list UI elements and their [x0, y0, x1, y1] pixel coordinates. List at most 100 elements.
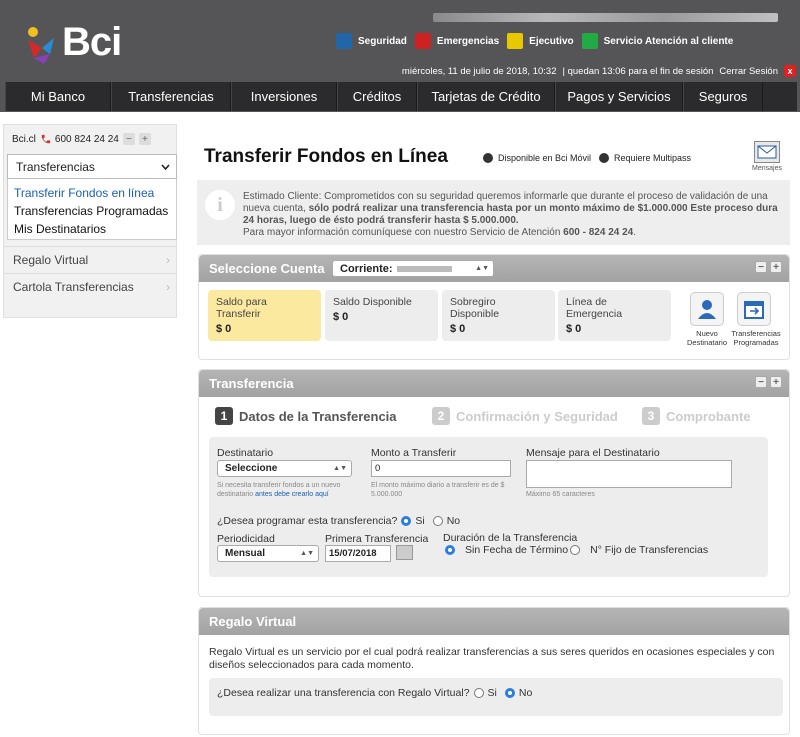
mensaje-textarea[interactable] — [526, 460, 732, 488]
sidebar-section-select[interactable]: Transferencias — [7, 154, 177, 179]
nav-seguros[interactable]: Seguros — [683, 82, 763, 111]
nav-tarjetas[interactable]: Tarjetas de Crédito — [417, 82, 555, 111]
sidebar-item-label: Cartola Transferencias — [13, 280, 134, 294]
sidebar-item-cartola[interactable]: Cartola Transferencias › — [4, 273, 176, 300]
destinatario-select[interactable]: Seleccione ▲▼ — [217, 460, 352, 477]
link-ejecutivo[interactable]: Ejecutivo — [507, 33, 574, 49]
main-nav: Mi Banco Transferencias Inversiones Créd… — [5, 82, 797, 111]
mensaje-hint: Máximo 65 caracteres — [526, 491, 595, 498]
sin-fecha-label: Sin Fecha de Término — [465, 544, 569, 556]
periodicidad-select[interactable]: Mensual ▲▼ — [217, 545, 319, 562]
phone-icon — [41, 134, 50, 143]
panel-transferencia: Transferencia − + 1 Datos de la Transfer… — [198, 369, 790, 597]
link-ejecutivo-label: Ejecutivo — [529, 35, 574, 47]
font-plus-button[interactable]: + — [138, 133, 151, 145]
sidebar-item-regalo-virtual[interactable]: Regalo Virtual › — [4, 246, 176, 273]
link-seguridad[interactable]: Seguridad — [336, 33, 407, 49]
regalo-question-box: ¿Desea realizar una transferencia con Re… — [209, 678, 783, 716]
badge-bci-movil: Disponible en Bci Móvil — [483, 153, 591, 163]
submenu-transferencias-programadas[interactable]: Transferencias Programadas — [14, 202, 170, 220]
session-remaining: | quedan 13:06 para el fin de sesión — [562, 65, 714, 77]
submenu-transferir-fondos[interactable]: Transferir Fondos en línea — [14, 184, 170, 202]
step-number: 3 — [642, 407, 660, 425]
account-type-label: Corriente: — [340, 262, 393, 275]
programar-no-radio[interactable] — [432, 516, 443, 526]
saldo-value: $ 0 — [216, 323, 232, 335]
logout-x-icon[interactable]: x — [784, 65, 796, 77]
scheduled-transfers-label: Transferencias Programadas — [731, 329, 781, 347]
n-fijo-label: N° Fijo de Transferencias — [590, 544, 709, 556]
notice-bold: sólo podrá realizar una transferencia ha… — [243, 203, 778, 226]
sidebar-phone-number: 600 824 24 24 — [54, 133, 119, 145]
mensaje-label: Mensaje para el Destinatario — [526, 447, 660, 459]
expand-icon[interactable]: + — [770, 376, 782, 388]
linea-de-emergencia: Línea de Emergencia $ 0 — [558, 290, 671, 341]
n-fijo-radio[interactable] — [570, 545, 581, 555]
user-name-bar — [433, 13, 778, 22]
saldo-disponible: Saldo Disponible $ 0 — [325, 290, 438, 341]
collapse-icon[interactable]: − — [755, 261, 767, 273]
link-emergencias[interactable]: Emergencias — [414, 33, 499, 49]
regalo-si-radio[interactable] — [473, 688, 484, 698]
transfer-form: Destinatario Seleccione ▲▼ Si necesita t… — [209, 437, 768, 577]
link-servicio[interactable]: Servicio Atención al cliente — [581, 33, 734, 49]
step-label: Datos de la Transferencia — [239, 408, 397, 424]
sidebar-site[interactable]: Bci.cl — [12, 134, 36, 145]
duracion-options: Sin Fecha de Término N° Fijo de Transfer… — [445, 544, 708, 556]
notice-text: Estimado Cliente: Comprometidos con su s… — [243, 191, 783, 239]
account-select[interactable]: Corriente: ▲▼ — [332, 260, 494, 277]
badge-bci-movil-label: Disponible en Bci Móvil — [498, 153, 592, 163]
saldo-value: $ 0 — [450, 323, 466, 335]
select-arrows-icon: ▲▼ — [475, 265, 489, 272]
programar-question-text: ¿Desea programar esta transferencia? — [217, 515, 398, 527]
nav-creditos[interactable]: Créditos — [337, 82, 417, 111]
periodicidad-label: Periodicidad — [217, 533, 275, 545]
scheduled-transfers-button[interactable] — [737, 292, 771, 326]
sin-fecha-radio[interactable] — [445, 545, 455, 555]
step-number: 1 — [215, 407, 233, 425]
collapse-icon[interactable]: − — [755, 376, 767, 388]
header: Bci Seguridad Emergencias Ejecutivo Serv… — [0, 0, 800, 112]
regalo-description: Regalo Virtual es un servicio por el cua… — [209, 646, 775, 671]
create-recipient-link[interactable]: antes debe crearlo aquí — [255, 491, 329, 498]
saldo-value: $ 0 — [566, 323, 582, 335]
panel-regalo-virtual: Regalo Virtual Regalo Virtual es un serv… — [198, 607, 790, 735]
panel-head-regalo: Regalo Virtual — [199, 608, 789, 635]
mobile-icon — [483, 153, 493, 163]
notice-end: . — [633, 227, 637, 238]
logout-link[interactable]: Cerrar Sesión — [719, 66, 778, 77]
nav-transferencias[interactable]: Transferencias — [111, 82, 231, 111]
new-recipient-button[interactable] — [690, 292, 724, 326]
calendar-transfer-icon — [744, 301, 764, 319]
regalo-no-radio[interactable] — [504, 688, 515, 698]
submenu-mis-destinatarios[interactable]: Mis Destinatarios — [14, 220, 170, 238]
primera-date-input[interactable]: 15/07/2018 — [325, 545, 391, 562]
sobregiro-disponible: Sobregiro Disponible $ 0 — [442, 290, 555, 341]
bci-logo-mark-icon — [28, 27, 54, 64]
expand-icon[interactable]: + — [770, 261, 782, 273]
duracion-label: Duración de la Transferencia — [443, 532, 578, 544]
programar-si-radio[interactable] — [401, 516, 412, 526]
session-datetime: miércoles, 11 de julio de 2018, 10:32 — [401, 65, 557, 77]
destinatario-label: Destinatario — [217, 447, 274, 459]
saldo-label: Saldo Disponible — [333, 296, 412, 308]
page-title: Transferir Fondos en Línea — [204, 146, 448, 167]
panel-title: Regalo Virtual — [209, 614, 297, 629]
link-servicio-label: Servicio Atención al cliente — [603, 35, 734, 47]
messages-button[interactable] — [754, 141, 780, 163]
nav-pagos[interactable]: Pagos y Servicios — [555, 82, 683, 111]
step-comprobante: 3 Comprobante — [642, 407, 751, 425]
notice-phone: 600 - 824 24 24 — [563, 227, 634, 238]
panel-seleccione-cuenta: Seleccione Cuenta Corriente: ▲▼ − + Sald… — [198, 254, 790, 360]
step-label: Comprobante — [666, 408, 751, 424]
panel-head-transferencia: Transferencia − + — [199, 370, 789, 397]
step-label: Confirmación y Seguridad — [456, 408, 618, 424]
step-datos: 1 Datos de la Transferencia — [215, 407, 397, 425]
monto-input[interactable]: 0 — [371, 460, 511, 477]
nav-mi-banco[interactable]: Mi Banco — [5, 82, 111, 111]
calendar-icon[interactable] — [396, 545, 413, 560]
bci-logo[interactable]: Bci — [22, 20, 122, 68]
font-minus-button[interactable]: − — [122, 133, 135, 145]
nav-inversiones[interactable]: Inversiones — [231, 82, 337, 111]
saldo-label: Saldo para Transferir — [216, 296, 267, 320]
